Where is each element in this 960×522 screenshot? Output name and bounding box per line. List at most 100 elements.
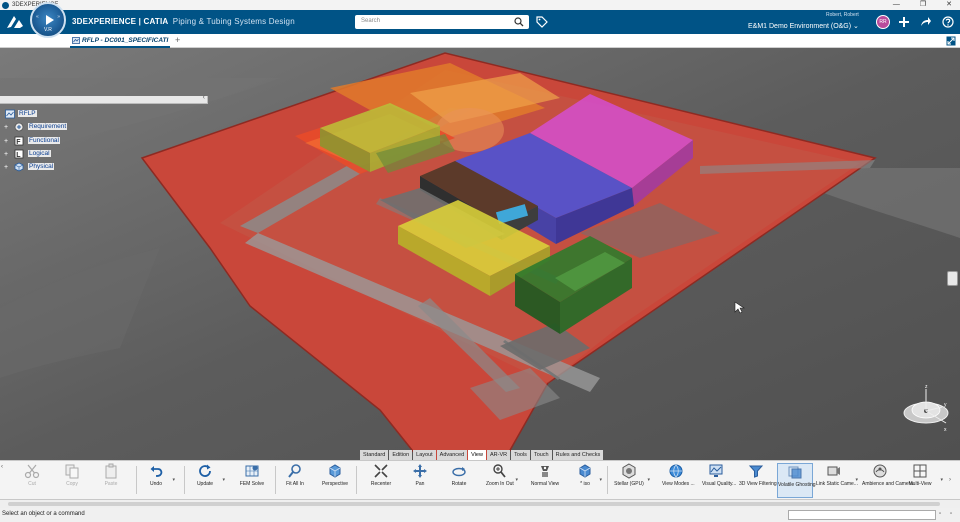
update-icon bbox=[199, 464, 211, 477]
compass-navigator-icon[interactable]: z x y bbox=[898, 381, 954, 437]
section-tab-rules-and-checks[interactable]: Rules and Checks bbox=[552, 450, 604, 460]
section-tab-advanced[interactable]: Advanced bbox=[436, 450, 468, 460]
expand-toggle-icon[interactable]: + bbox=[4, 124, 8, 131]
copy-button[interactable]: Copy bbox=[59, 463, 85, 498]
stellar-label: Stellar (GPU) bbox=[614, 481, 644, 487]
status-message: Select an object or a command bbox=[2, 511, 85, 517]
requirement-icon bbox=[14, 122, 24, 132]
iso-cube-icon bbox=[579, 464, 591, 478]
action-bar: ‹ Cut Copy Paste Undo ▾ Update ▾ FEM Sol… bbox=[0, 460, 960, 500]
section-tab-tools[interactable]: Tools bbox=[511, 450, 530, 460]
expand-toggle-icon[interactable]: + bbox=[4, 138, 8, 145]
status-bar: Select an object or a command ▫ ▫ bbox=[0, 508, 960, 522]
rotate-label: Rotate bbox=[451, 481, 467, 487]
fem-solve-button[interactable]: FEM Solve bbox=[239, 463, 265, 498]
undo-button[interactable]: Undo ▾ bbox=[143, 463, 175, 498]
undo-icon bbox=[150, 466, 163, 477]
expand-toggle-icon[interactable]: + bbox=[4, 151, 8, 158]
ambience-camera-button[interactable]: Ambience and Camera bbox=[862, 463, 914, 498]
physical-icon bbox=[14, 162, 24, 172]
view-filtering-label: 3D View Filtering bbox=[739, 481, 777, 487]
action-bar-scrollbar[interactable] bbox=[0, 500, 960, 508]
normal-view-label: Normal View bbox=[530, 481, 560, 487]
axis-y-label: y bbox=[944, 402, 947, 408]
command-input[interactable] bbox=[788, 510, 936, 520]
rflp-root-icon bbox=[5, 109, 15, 119]
brand-bold: 3D bbox=[72, 17, 83, 26]
site-model[interactable] bbox=[0, 48, 960, 462]
section-tab-edition[interactable]: Edition bbox=[389, 450, 413, 460]
dassault-logo-icon[interactable] bbox=[4, 13, 26, 31]
view-modes-label: View Modes ... bbox=[662, 481, 695, 487]
scrollbar-thumb[interactable] bbox=[8, 502, 940, 506]
search-input[interactable]: Search bbox=[355, 15, 529, 29]
volatile-ghosting-label: Volatile Ghosting bbox=[778, 482, 816, 488]
tab-rflp-document[interactable]: RFLP - DC001_SPECIFICATI bbox=[70, 34, 170, 48]
compass-label: V.R bbox=[44, 27, 52, 33]
link-static-camera-label: Link Static Came... bbox=[816, 481, 858, 487]
pan-label: Pan bbox=[415, 481, 425, 487]
compass-widget[interactable]: « » V.R bbox=[30, 2, 66, 38]
expand-toggle-icon[interactable]: + bbox=[4, 164, 8, 171]
update-button[interactable]: Update ▾ bbox=[191, 463, 225, 498]
rotate-button[interactable]: Rotate bbox=[446, 463, 472, 498]
volatile-ghosting-button[interactable]: Volatile Ghosting bbox=[777, 463, 816, 498]
collapse-tree-button[interactable]: ‹ bbox=[203, 94, 205, 101]
view-modes-button[interactable]: View Modes ... bbox=[662, 463, 695, 498]
ghosting-icon bbox=[788, 466, 802, 479]
environment-label: E&M1 Demo Environment (O&G) bbox=[748, 23, 852, 30]
help-icon[interactable] bbox=[942, 16, 954, 28]
environment-selector[interactable]: E&M1 Demo Environment (O&G) ⌄ bbox=[748, 22, 859, 30]
close-button[interactable]: ✕ bbox=[946, 0, 952, 10]
section-tab-ar-vr[interactable]: AR-VR bbox=[486, 450, 511, 460]
perspective-label: Perspective bbox=[321, 481, 349, 487]
3d-viewport[interactable]: ‹ RFLP + Requirement + F Functional + L … bbox=[0, 48, 960, 462]
rotate-icon bbox=[452, 467, 466, 477]
status-button-right-icon[interactable]: ▫ bbox=[950, 511, 952, 517]
action-bar-scroll-right-icon[interactable]: › bbox=[949, 477, 951, 483]
view-filtering-button[interactable]: 3D View Filtering bbox=[739, 463, 777, 498]
tree-collapse-bar[interactable]: ‹ bbox=[0, 94, 208, 104]
search-icon[interactable] bbox=[514, 17, 524, 27]
section-tab-layout[interactable]: Layout bbox=[413, 450, 436, 460]
section-tab-standard[interactable]: Standard bbox=[360, 450, 389, 460]
tree-item-label: Logical bbox=[28, 149, 51, 157]
normal-view-button[interactable]: Normal View bbox=[530, 463, 560, 498]
paste-button[interactable]: Paste bbox=[98, 463, 124, 498]
stellar-gpu-button[interactable]: Stellar (GPU) ▾ bbox=[614, 463, 650, 498]
perspective-cube-icon bbox=[329, 464, 341, 478]
section-tab-touch[interactable]: Touch bbox=[530, 450, 552, 460]
view-filter-icon bbox=[748, 465, 764, 478]
play-icon bbox=[46, 15, 54, 25]
add-tab-button[interactable]: + bbox=[175, 35, 180, 45]
expand-icon[interactable] bbox=[946, 36, 956, 46]
iso-view-button[interactable]: * iso ▾ bbox=[574, 463, 602, 498]
action-bar-scroll-left-icon[interactable]: ‹ bbox=[1, 464, 3, 470]
section-tab-view[interactable]: View bbox=[468, 450, 486, 460]
recenter-label: Recenter bbox=[370, 481, 392, 487]
add-icon[interactable] bbox=[898, 16, 910, 28]
ambience-camera-label: Ambience and Camera bbox=[862, 481, 914, 487]
zoom-in-out-button[interactable]: Zoom In Out ▾ bbox=[486, 463, 518, 498]
multi-view-button[interactable]: Multi-View ▾ bbox=[903, 463, 943, 498]
fem-solve-icon bbox=[245, 465, 259, 477]
visual-quality-button[interactable]: Visual Quality... bbox=[702, 463, 736, 498]
fit-all-in-button[interactable]: Fit All In bbox=[283, 463, 307, 498]
zoom-label: Zoom In Out bbox=[486, 481, 514, 487]
recenter-button[interactable]: Recenter bbox=[367, 463, 395, 498]
top-bar: 3DEXPERIENCE | CATIA Piping & Tubing Sys… bbox=[0, 10, 960, 34]
avatar[interactable]: RR bbox=[876, 15, 890, 29]
os-title-bar: 3DEXPERIENCE — ❐ ✕ bbox=[0, 0, 960, 10]
link-static-camera-button[interactable]: Link Static Came... ▾ bbox=[816, 463, 858, 498]
maximize-button[interactable]: ❐ bbox=[920, 0, 926, 10]
share-icon[interactable] bbox=[920, 16, 932, 28]
cut-button[interactable]: Cut bbox=[20, 463, 44, 498]
status-button-left-icon[interactable]: ▫ bbox=[939, 511, 941, 517]
tag-icon[interactable] bbox=[536, 16, 548, 28]
tree-item-label: RFLP bbox=[18, 110, 37, 117]
side-panel-tab[interactable] bbox=[947, 271, 958, 286]
pan-button[interactable]: Pan bbox=[408, 463, 432, 498]
perspective-button[interactable]: Perspective bbox=[319, 463, 351, 498]
minimize-button[interactable]: — bbox=[893, 0, 900, 10]
scissors-icon bbox=[24, 464, 40, 479]
